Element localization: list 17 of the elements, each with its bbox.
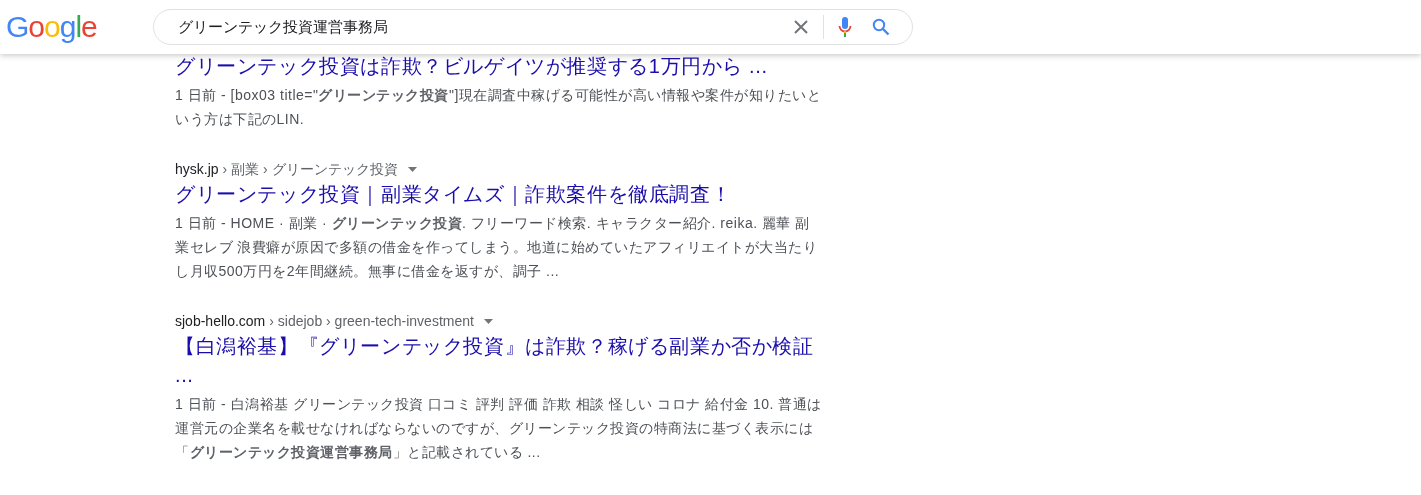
breadcrumb-path: › sidejob › green-tech-investment (269, 312, 474, 331)
close-icon[interactable] (793, 19, 809, 35)
site-domain: hysk.jp (175, 160, 219, 179)
result-title-link[interactable]: 【白潟裕基】『グリーンテック投資』は詐欺？稼げる副業か否か検証 ... (175, 332, 823, 390)
result-snippet: 1 日前 - HOME · 副業 · グリーンテック投資. フリーワード検索. キャラクター紹介. reika. 麗華 副業セレブ 浪費癖が原因で多額の借金を作ってしまう。地道に始めていたアフィリエイトが大当たりし月収500万円を2年間継続。無事に借金を返すが、調子 ... (175, 214, 819, 281)
result-title-link[interactable]: グリーンテック投資は詐欺？ビルゲイツが推奨する1万円から ... (175, 52, 823, 81)
result-title-link[interactable]: グリーンテック投資｜副業タイムズ｜詐欺案件を徹底調査！ (175, 180, 823, 209)
search-icon[interactable] (872, 18, 890, 36)
dropdown-caret-icon[interactable] (407, 166, 417, 172)
result-snippet: 1 日前 - [box03 title="グリーンテック投資"]現在調査中稼げる可能性が高い情報や案件が知りたいという方は下記のLIN. (175, 86, 823, 129)
logo[interactable]: Google (0, 10, 153, 44)
site-domain: sjob-hello.com (175, 312, 266, 331)
dropdown-caret-icon[interactable] (483, 318, 493, 324)
breadcrumb-path: › 副業 › グリーンテック投資 (222, 160, 398, 179)
search-field[interactable]: グリーンテック投資運営事務局 (176, 17, 783, 37)
microphone-icon[interactable] (838, 16, 852, 38)
result-snippet: 1 日前 - 白潟裕基 グリーンテック投資 口コミ 評判 評価 詐欺 相談 怪しい コロナ 給付金 10. 普通は運営元の企業名を載せなければならないのですが、グリーンテック投資の特商法に基づく表示には「グリーンテック投資運営事務局」と記載されている ... (175, 395, 823, 462)
